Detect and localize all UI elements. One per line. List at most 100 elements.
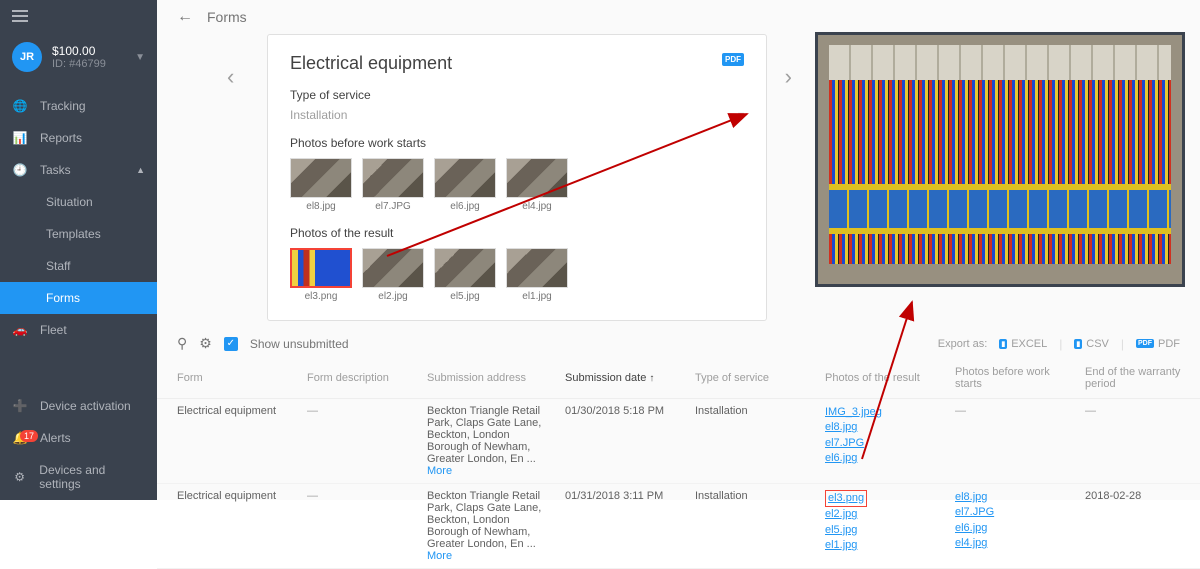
page-title: Forms: [207, 9, 247, 25]
photo-link[interactable]: el2.jpg: [825, 507, 935, 522]
thumb[interactable]: el5.jpg: [434, 248, 496, 302]
cell-address: Beckton Triangle Retail Park, Claps Gate…: [417, 484, 555, 569]
col-date[interactable]: Submission date ↑: [555, 358, 685, 399]
type-of-service-value[interactable]: Installation▾: [290, 108, 744, 122]
photo-preview: [815, 32, 1185, 287]
photo-link[interactable]: el8.jpg: [955, 490, 1065, 505]
table-row[interactable]: Electrical equipment — Beckton Triangle …: [157, 399, 1200, 484]
back-arrow-icon[interactable]: ←: [177, 8, 193, 26]
cell-form: Electrical equipment: [157, 399, 297, 484]
nav-label: Device activation: [40, 399, 131, 413]
sort-asc-icon: ↑: [649, 373, 654, 384]
nav-tracking[interactable]: 🌐Tracking: [0, 90, 157, 122]
nav-forms[interactable]: Forms: [0, 282, 157, 314]
cell-result: IMG_3.jpeg el8.jpg el7.JPG el6.jpg: [815, 399, 945, 484]
plus-icon: ➕: [12, 399, 28, 413]
photo-link[interactable]: el8.jpg: [825, 420, 935, 435]
form-title: Electrical equipment: [290, 53, 744, 74]
nav-staff[interactable]: Staff: [0, 250, 157, 282]
next-form-button[interactable]: ›: [785, 64, 792, 90]
cell-before: —: [945, 399, 1075, 484]
thumb-label: el1.jpg: [506, 291, 568, 302]
cell-date: 01/30/2018 5:18 PM: [555, 399, 685, 484]
export-excel-button[interactable]: ▮EXCEL: [999, 338, 1047, 350]
nav-tasks[interactable]: 🕘Tasks▲: [0, 154, 157, 186]
nav-label: Staff: [46, 259, 70, 273]
nav-label: Forms: [46, 291, 80, 305]
cell-service: Installation: [685, 399, 815, 484]
nav-bottom: ➕ Device activation 17🔔Alerts ⚙Devices an…: [0, 390, 157, 500]
thumb[interactable]: el4.jpg: [506, 158, 568, 212]
filter-icon[interactable]: ⚲: [177, 335, 187, 352]
avatar: JR: [12, 42, 42, 72]
prev-form-button[interactable]: ‹: [227, 64, 234, 90]
thumb-label: el8.jpg: [290, 201, 352, 212]
nav-alerts[interactable]: 17🔔Alerts: [0, 422, 157, 454]
thumb[interactable]: el3.png: [290, 248, 352, 302]
cell-date: 01/31/2018 3:11 PM: [555, 484, 685, 569]
cell-desc: —: [297, 484, 417, 569]
show-unsubmitted-checkbox[interactable]: ✓: [224, 337, 238, 351]
globe-icon: 🌐: [12, 99, 28, 113]
nav-device-activation[interactable]: ➕ Device activation: [0, 390, 157, 422]
col-result[interactable]: Photos of the result: [815, 358, 945, 399]
thumb-image-selected: [290, 248, 352, 288]
table-header-row: Form Form description Submission address…: [157, 358, 1200, 399]
photo-link[interactable]: el6.jpg: [825, 451, 935, 466]
clock-icon: 🕘: [12, 163, 28, 177]
chevron-down-icon: ▾: [738, 108, 744, 122]
export-label: PDF: [1158, 338, 1180, 350]
photo-link[interactable]: el4.jpg: [955, 536, 1065, 551]
hamburger-menu[interactable]: [0, 0, 157, 32]
thumb-label: el3.png: [290, 291, 352, 302]
thumb[interactable]: el7.JPG: [362, 158, 424, 212]
col-warranty[interactable]: End of the warranty period: [1075, 358, 1200, 399]
thumb-label: el5.jpg: [434, 291, 496, 302]
export-csv-button[interactable]: ▮CSV: [1074, 338, 1108, 350]
photo-link[interactable]: IMG_3.jpeg: [825, 405, 935, 420]
pdf-export-button[interactable]: PDF: [722, 53, 744, 66]
nav-fleet[interactable]: 🚗Fleet: [0, 314, 157, 346]
thumb[interactable]: el8.jpg: [290, 158, 352, 212]
nav-devices-settings[interactable]: ⚙Devices and settings: [0, 454, 157, 500]
photo-link[interactable]: el7.JPG: [955, 505, 1065, 520]
nav-reports[interactable]: 📊Reports: [0, 122, 157, 154]
thumb-image: [506, 248, 568, 288]
nav-label: Templates: [46, 227, 101, 241]
table-toolbar: ⚲ ⚙ ✓ Show unsubmitted Export as: ▮EXCEL…: [157, 329, 1200, 358]
photos-before-label: Photos before work starts: [290, 136, 744, 150]
photo-link[interactable]: el6.jpg: [955, 521, 1065, 536]
nav-situation[interactable]: Situation: [0, 186, 157, 218]
photo-link-highlighted[interactable]: el3.png: [825, 490, 867, 507]
more-link[interactable]: More: [427, 465, 452, 477]
col-before[interactable]: Photos before work starts: [945, 358, 1075, 399]
address-text: Beckton Triangle Retail Park, Claps Gate…: [427, 490, 541, 550]
thumb-label: el6.jpg: [434, 201, 496, 212]
cell-warranty: 2018-02-28: [1075, 484, 1200, 569]
photo-link[interactable]: el5.jpg: [825, 523, 935, 538]
nav-label: Devices and settings: [39, 463, 145, 491]
settings-icon[interactable]: ⚙: [199, 335, 212, 352]
sidebar: JR $100.00 ID: #46799 ▼ 🌐Tracking 📊Repor…: [0, 0, 157, 500]
export-pdf-button[interactable]: PDFPDF: [1136, 338, 1180, 350]
thumb-image: [506, 158, 568, 198]
form-card: PDF Electrical equipment Type of service…: [267, 34, 767, 321]
user-block[interactable]: JR $100.00 ID: #46799 ▼: [0, 32, 157, 82]
nav: 🌐Tracking 📊Reports 🕘Tasks▲ Situation Tem…: [0, 90, 157, 346]
col-desc[interactable]: Form description: [297, 358, 417, 399]
col-address[interactable]: Submission address: [417, 358, 555, 399]
chevron-down-icon: ▼: [135, 52, 145, 63]
cell-warranty: —: [1075, 399, 1200, 484]
more-link[interactable]: More: [427, 550, 452, 562]
thumb[interactable]: el1.jpg: [506, 248, 568, 302]
col-form[interactable]: Form: [157, 358, 297, 399]
chevron-up-icon: ▲: [136, 165, 145, 175]
col-service[interactable]: Type of service: [685, 358, 815, 399]
divider: |: [1059, 337, 1062, 351]
thumb[interactable]: el2.jpg: [362, 248, 424, 302]
thumb[interactable]: el6.jpg: [434, 158, 496, 212]
photo-link[interactable]: el1.jpg: [825, 538, 935, 553]
photo-link[interactable]: el7.JPG: [825, 436, 935, 451]
nav-templates[interactable]: Templates: [0, 218, 157, 250]
table-row[interactable]: Electrical equipment — Beckton Triangle …: [157, 484, 1200, 569]
